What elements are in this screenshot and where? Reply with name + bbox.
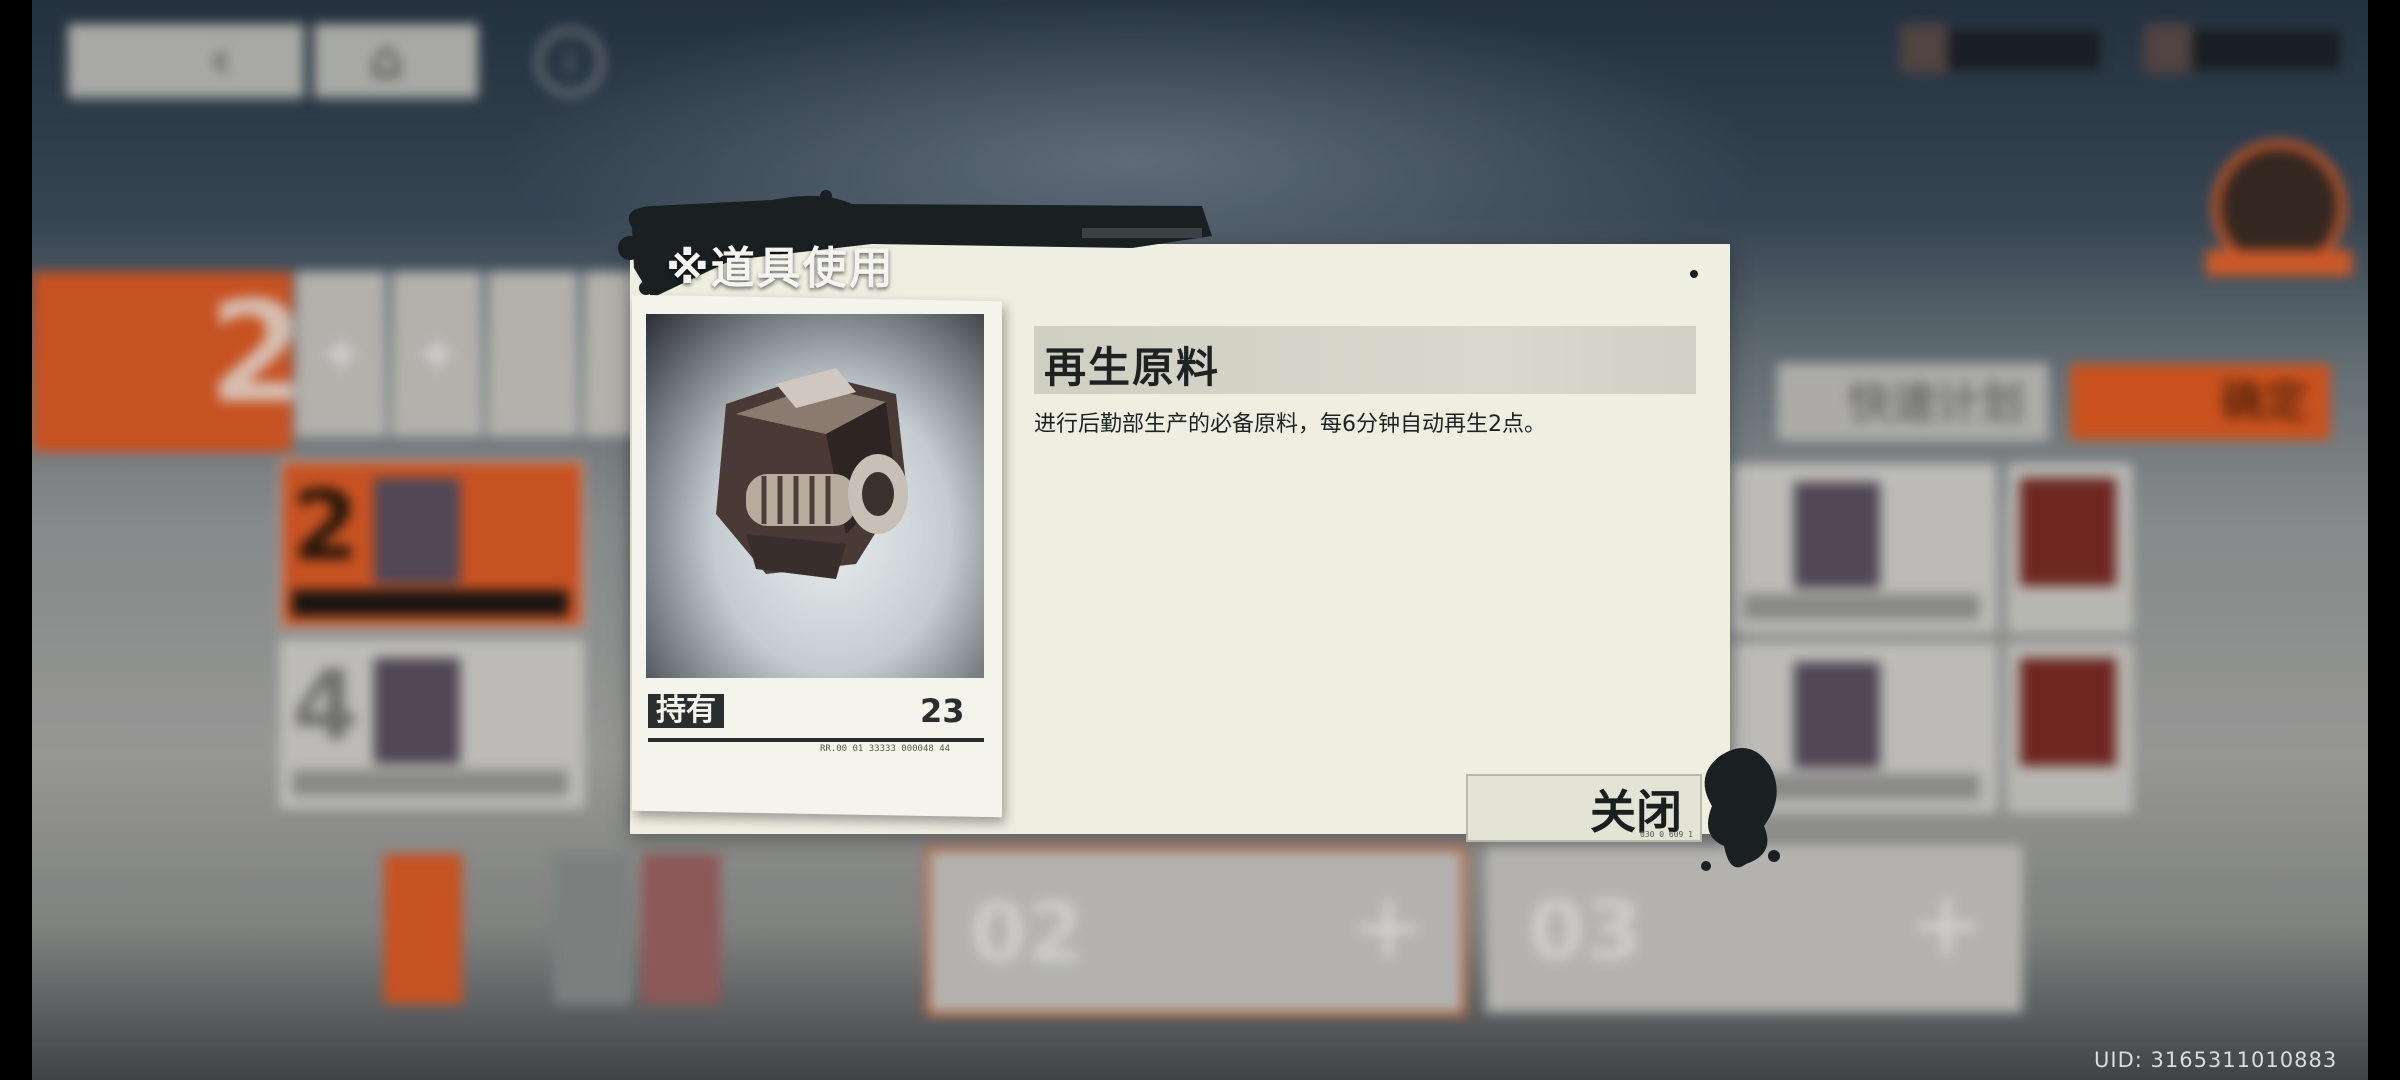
item-image: [646, 314, 984, 678]
hold-divider: [648, 738, 984, 742]
uid-text: UID: 3165311010883: [2094, 1048, 2338, 1072]
close-serial: 030 0 609 1: [1640, 830, 1693, 839]
item-description: 进行后勤部生产的必备原料，每6分钟自动再生2点。: [1034, 412, 1546, 437]
hold-count: 23: [920, 692, 965, 730]
hold-label: 持有: [648, 694, 724, 728]
item-name: 再生原料: [1044, 343, 1221, 392]
corner-dot: [1690, 270, 1698, 278]
modal-title: ※道具使用: [666, 243, 895, 294]
machine-part-icon: [716, 368, 908, 579]
ink-splash-close: [1701, 748, 1780, 871]
item-serial: RR.00 01 33333 000048 44: [820, 744, 951, 754]
